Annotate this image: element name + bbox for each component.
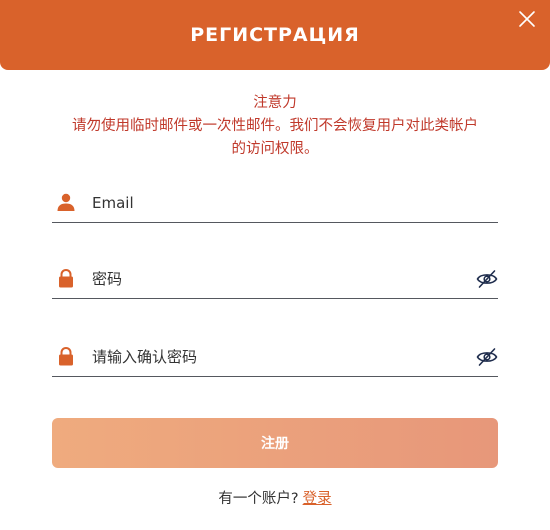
- notice-heading: 注意力: [253, 95, 297, 111]
- user-icon: [56, 192, 76, 212]
- login-link[interactable]: 登录: [303, 491, 332, 507]
- password-field-row: [52, 259, 498, 299]
- close-icon[interactable]: [518, 10, 536, 28]
- email-input[interactable]: [92, 189, 462, 217]
- password-input[interactable]: [92, 265, 462, 293]
- modal-header: РЕГИСТРАЦИЯ: [0, 0, 550, 70]
- notice-text-line-2: 的访问权限。: [231, 141, 319, 157]
- login-prompt-row: 有一个账户? 登录: [0, 487, 550, 508]
- lock-icon: [56, 346, 76, 366]
- modal-title: РЕГИСТРАЦИЯ: [190, 24, 360, 46]
- lock-icon: [56, 268, 76, 288]
- notice-text-line-1: 请勿使用临时邮件或一次性邮件。我们不会恢复用户对此类帐户: [72, 118, 478, 134]
- eye-off-icon[interactable]: [476, 269, 498, 289]
- email-field-row: [52, 183, 498, 223]
- notice-block: 注意力 请勿使用临时邮件或一次性邮件。我们不会恢复用户对此类帐户 的访问权限。: [30, 92, 520, 161]
- confirm-password-field-row: [52, 337, 498, 377]
- confirm-password-input[interactable]: [92, 343, 462, 371]
- eye-off-icon[interactable]: [476, 347, 498, 367]
- register-button[interactable]: 注册: [52, 418, 498, 468]
- login-prompt-text: 有一个账户?: [218, 491, 299, 507]
